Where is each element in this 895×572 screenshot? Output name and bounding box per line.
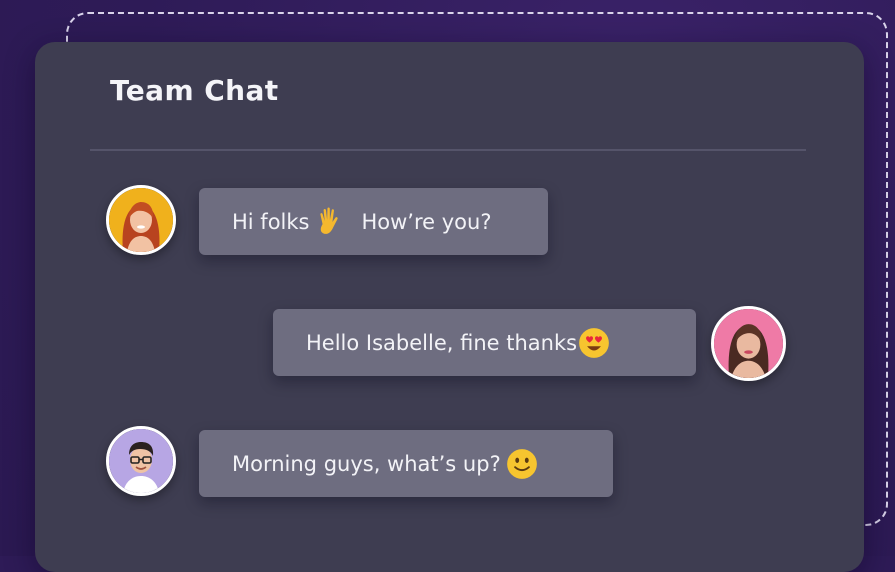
slightly-smiling-emoji-icon [505, 447, 539, 481]
message-3-text: Morning guys, what’s up? [232, 451, 501, 476]
message-bubble-3[interactable]: Morning guys, what’s up? [199, 430, 613, 497]
message-1-text: Hi folks [232, 209, 310, 234]
message-bubble-1[interactable]: Hi folks How’re you? [199, 188, 548, 255]
avatar-reply-user[interactable] [711, 306, 786, 381]
message-2-text: Hello Isabelle, fine thanks [306, 330, 578, 355]
chat-title: Team Chat [110, 74, 279, 107]
avatar-isabelle[interactable] [106, 185, 176, 255]
team-chat-card: Team Chat Hi folks How’re you? Hello Isa… [35, 42, 864, 572]
title-divider [90, 149, 806, 151]
message-1-text-after: How’re you? [361, 209, 492, 234]
avatar-glasses-user[interactable] [106, 426, 176, 496]
message-bubble-2[interactable]: Hello Isabelle, fine thanks [273, 309, 696, 376]
heart-eyes-emoji-icon [577, 326, 611, 360]
waving-hand-icon [313, 205, 347, 239]
